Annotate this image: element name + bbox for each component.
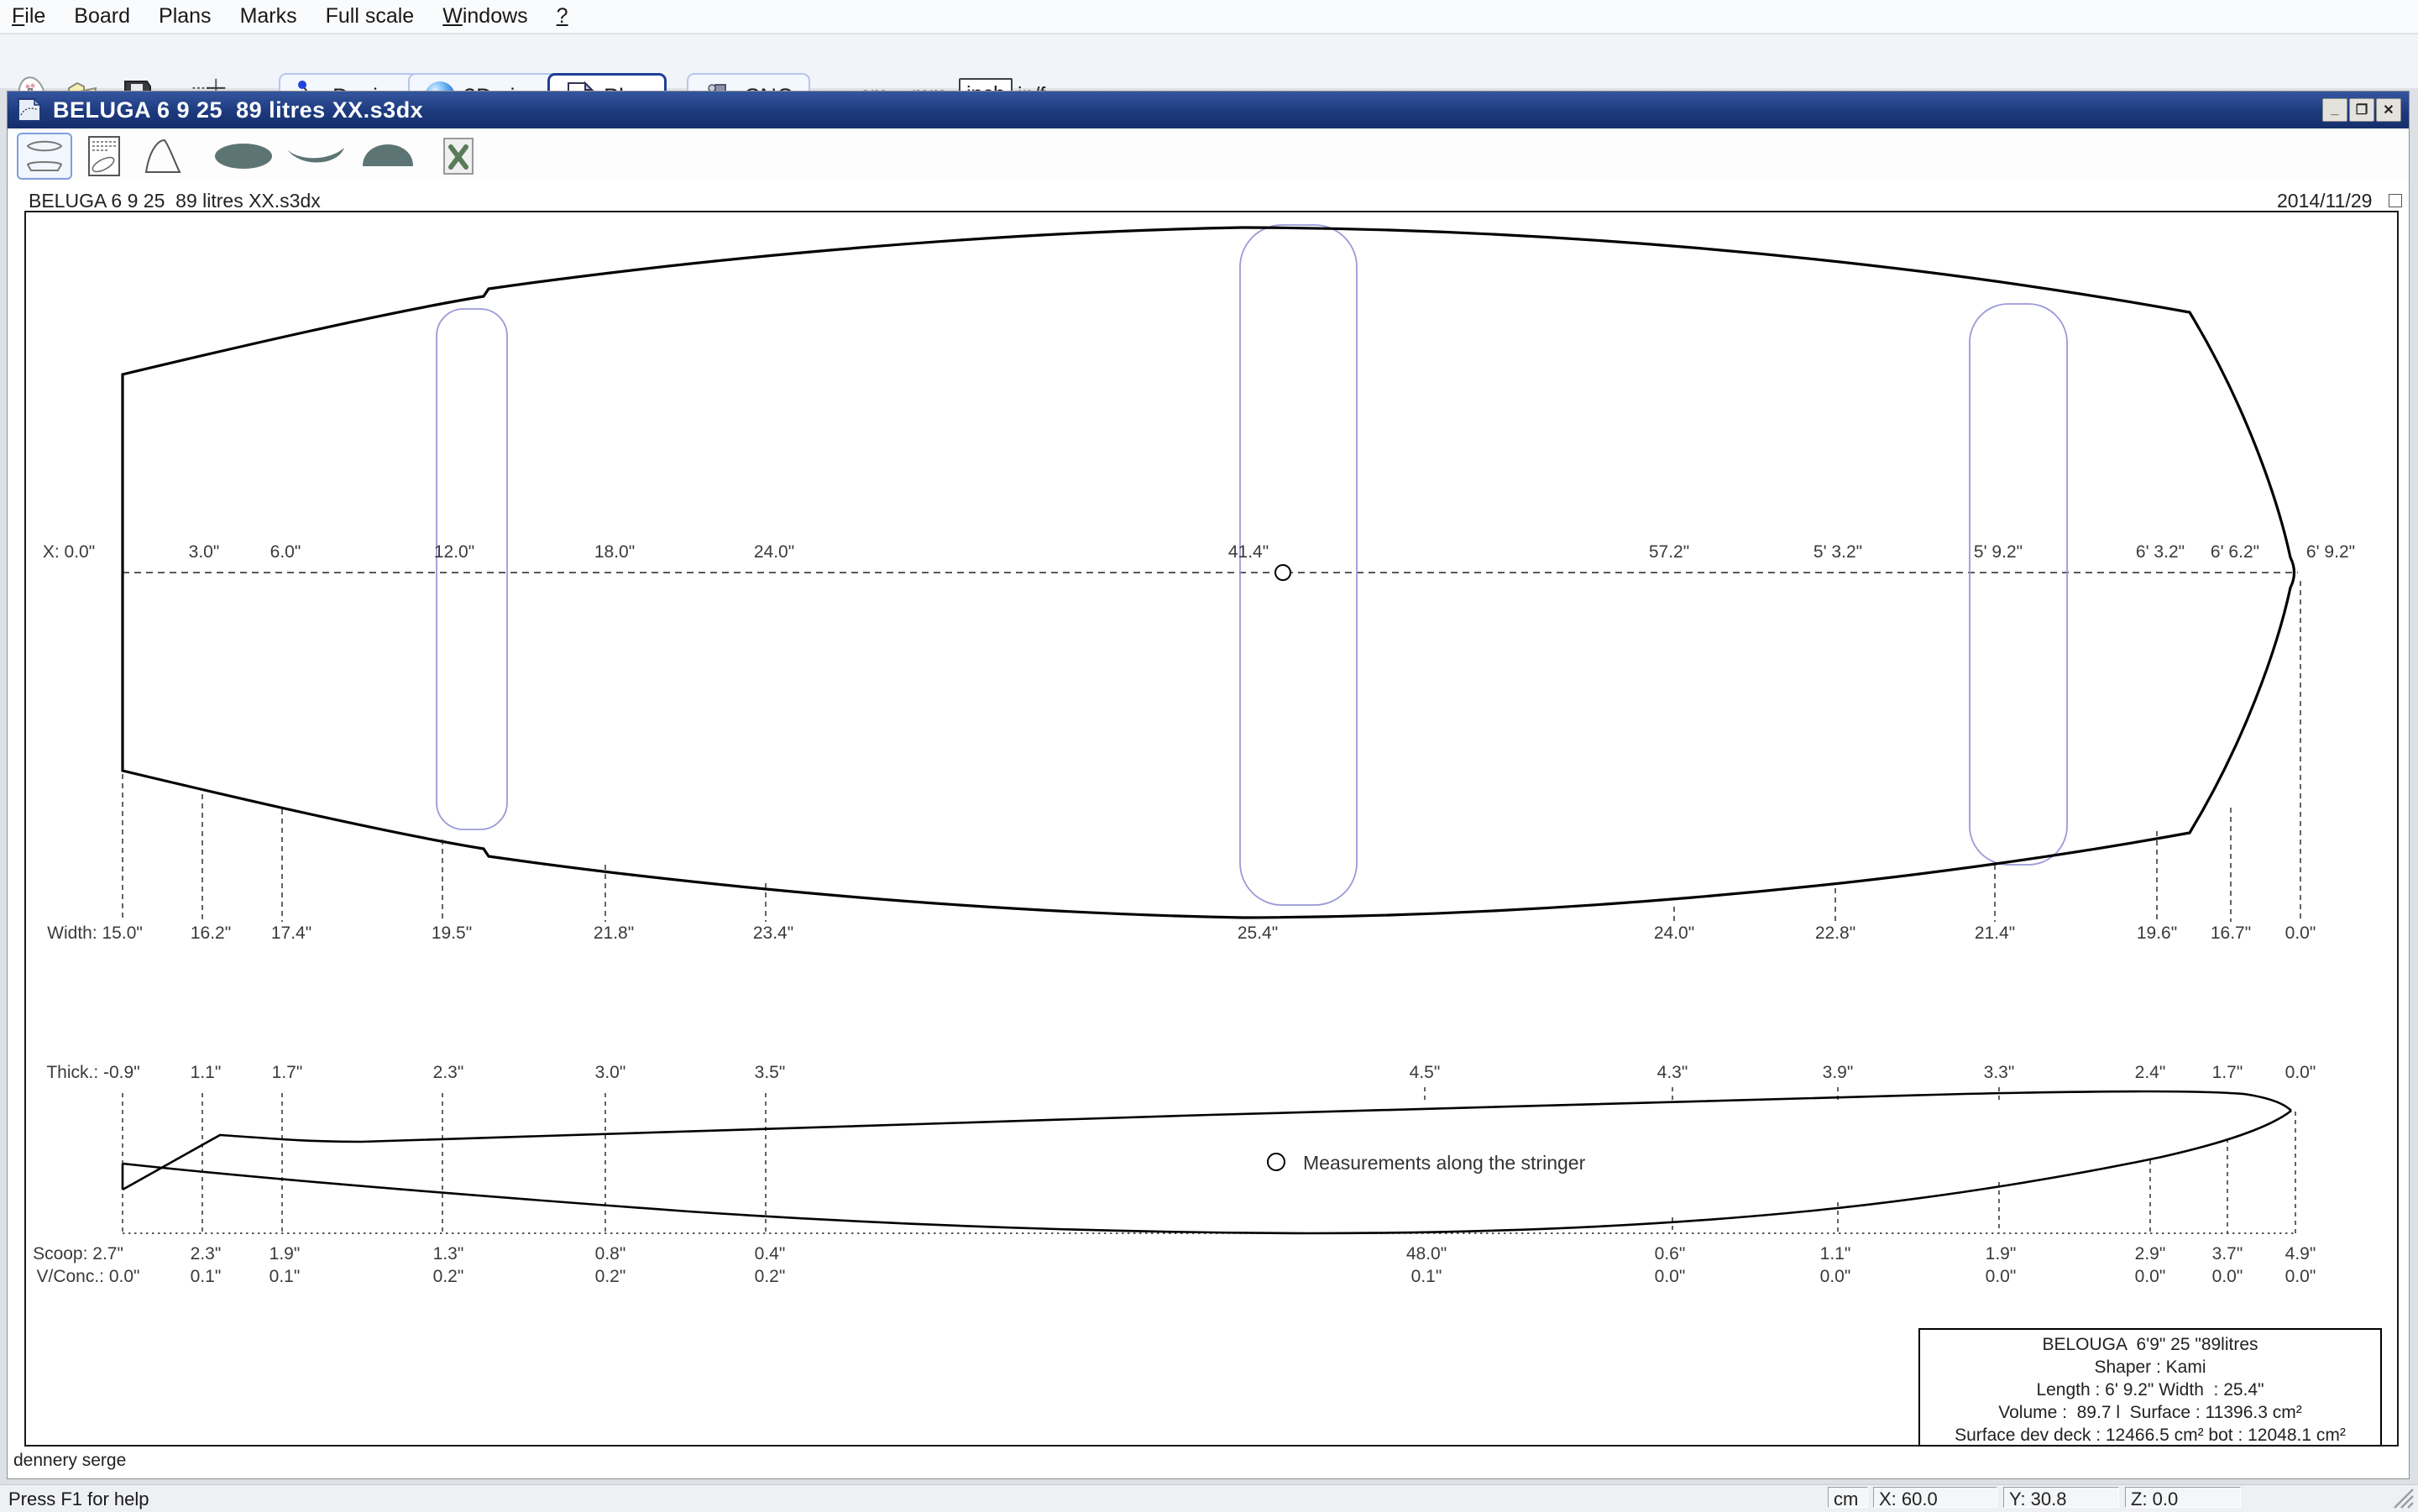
measurement-label: 24.0" [1654,923,1694,944]
measurement-label: 41.4" [1228,542,1269,562]
measurement-label: 19.6" [2137,923,2177,944]
measurement-label: 0.0" [2135,1267,2166,1287]
measurement-label: 21.4" [1975,923,2015,944]
measurement-label: 0.1" [191,1267,222,1287]
status-help-text: Press F1 for help [8,1488,149,1510]
measurement-label: 22.8" [1815,923,1855,944]
measurement-label: 3.7" [2212,1244,2243,1264]
measurement-label: 0.0" [2212,1267,2243,1287]
measurement-label: 16.7" [2211,923,2251,944]
info-box-line: BELOUGA 6'9" 25 "89litres [2042,1333,2258,1356]
measurement-label: 1.7" [272,1063,303,1083]
measurement-label: 0.1" [270,1267,301,1287]
status-field: cm [1828,1487,1868,1508]
measurement-label: 0.4" [755,1244,786,1264]
measurement-label: 0.1" [1411,1267,1442,1287]
stringer-note-marker [1268,1154,1285,1170]
measurement-label: 2.9" [2135,1244,2166,1264]
measurement-label: 0.2" [433,1267,464,1287]
status-field: X: 60.0 [1873,1487,1997,1508]
measurement-label: 0.0" [1986,1267,2017,1287]
measurement-label: 1.7" [2212,1063,2243,1083]
info-box-line: Shaper : Kami [2094,1356,2206,1379]
measurement-label: 0.0" [2285,1063,2316,1083]
measurement-label: V/Conc.: 0.0" [36,1267,139,1287]
measurement-label: 1.1" [191,1063,222,1083]
document-footer-author: dennery serge [13,1451,126,1471]
measurement-label: 17.4" [271,923,311,944]
measurement-label: 6' 9.2" [2306,542,2355,562]
measurement-label: 0.0" [2285,1267,2316,1287]
status-field: Y: 30.8 [2003,1487,2119,1508]
measurement-label: 23.4" [753,923,793,944]
measurement-label: 16.2" [191,923,231,944]
measurement-label: 2.3" [433,1063,464,1083]
measurement-label: 6' 3.2" [2136,542,2185,562]
status-field: Z: 0.0 [2125,1487,2241,1508]
measurement-label: Width: 15.0" [47,923,143,944]
measurement-label: 4.5" [1410,1063,1441,1083]
measurement-label: 3.3" [1984,1063,2015,1083]
measurement-label: Scoop: 2.7" [33,1244,123,1264]
measurement-label: 0.2" [595,1267,626,1287]
measurement-label: 3.0" [595,1063,626,1083]
stringer-note-text: Measurements along the stringer [1303,1152,1585,1175]
center-marker [1275,565,1290,580]
measurement-label: X: 0.0" [43,542,95,562]
measurement-label: 1.9" [1986,1244,2017,1264]
measurement-label: 6.0" [270,542,301,562]
measurement-label: 1.9" [270,1244,301,1264]
measurement-label: 0.0" [2285,923,2316,944]
measurement-label: 2.3" [191,1244,222,1264]
board-info-box: BELOUGA 6'9" 25 "89litresShaper : KamiLe… [1919,1333,2381,1447]
measurement-label: 0.2" [755,1267,786,1287]
measurement-label: 4.9" [2285,1244,2316,1264]
measurement-label: Thick.: -0.9" [46,1063,139,1083]
measurement-label: 0.0" [1655,1267,1686,1287]
measurement-label: 1.3" [433,1244,464,1264]
measurement-label: 6' 6.2" [2211,542,2259,562]
info-box-line: Surface dev deck : 12466.5 cm² bot : 120… [1955,1424,2346,1447]
measurement-label: 4.3" [1657,1063,1688,1083]
measurement-label: 3.5" [755,1063,786,1083]
measurement-label: 5' 9.2" [1974,542,2023,562]
measurement-label: 0.0" [1820,1267,1851,1287]
measurement-label: 0.8" [595,1244,626,1264]
info-box-line: Length : 6' 9.2" Width : 25.4" [2036,1379,2264,1401]
measurement-label: 2.4" [2135,1063,2166,1083]
measurement-label: 19.5" [432,923,472,944]
measurement-label: 0.6" [1655,1244,1686,1264]
measurement-label: 12.0" [434,542,474,562]
measurement-label: 5' 3.2" [1814,542,1862,562]
measurement-label: 1.1" [1820,1244,1851,1264]
info-box-line: Volume : 89.7 l Surface : 11396.3 cm² [1998,1401,2301,1424]
measurement-label: 3.0" [189,542,220,562]
measurement-label: 21.8" [594,923,634,944]
resize-grip[interactable] [2391,1488,2415,1509]
measurement-label: 57.2" [1649,542,1689,562]
measurement-label: 24.0" [754,542,794,562]
board-plan-drawing[interactable] [0,0,2418,1511]
measurement-label: 3.9" [1823,1063,1854,1083]
measurement-label: 18.0" [594,542,635,562]
measurement-label: 48.0" [1406,1244,1447,1264]
measurement-label: 25.4" [1238,923,1278,944]
